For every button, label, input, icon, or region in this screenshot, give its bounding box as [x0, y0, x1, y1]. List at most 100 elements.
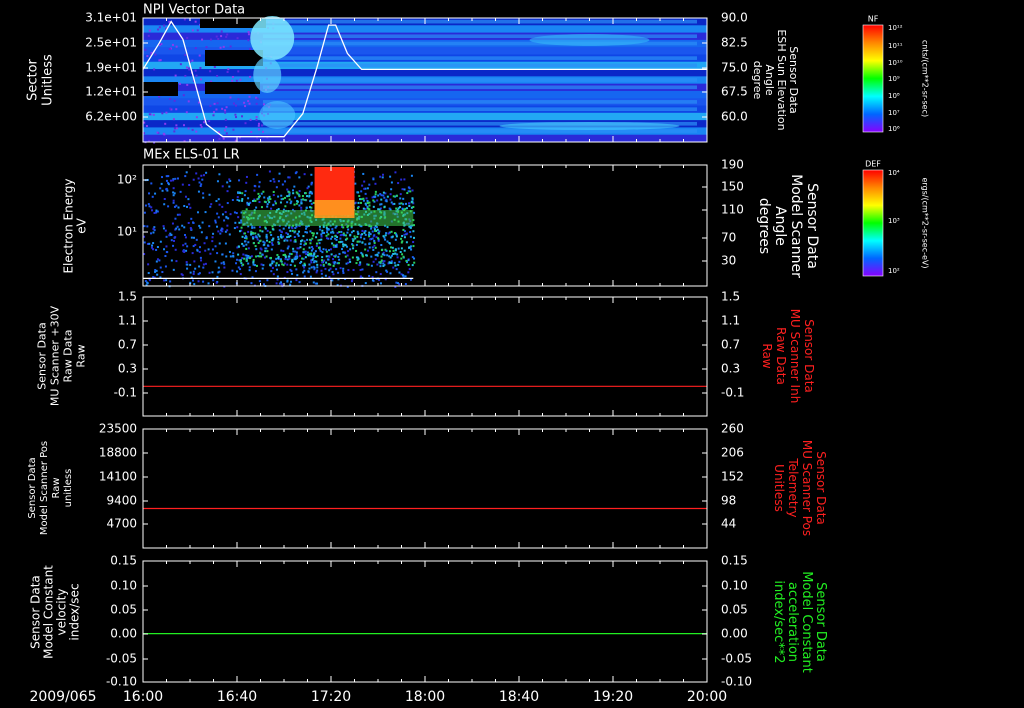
y2-axis-title-3-line: Telemetry: [787, 457, 801, 517]
els-speckle: [380, 203, 383, 206]
y2-axis-title-0: Sensor DataESH Sun ElevationAngledegree: [751, 29, 800, 130]
els-speckle: [146, 225, 149, 228]
els-speckle: [216, 225, 219, 228]
els-speckle: [263, 200, 266, 203]
els-speckle: [237, 192, 240, 195]
els-speckle: [342, 267, 345, 270]
els-speckle: [389, 175, 392, 178]
y-axis-title-0: SectorUnitless: [25, 54, 55, 106]
npi-speckle: [221, 107, 224, 110]
npi-speckle: [247, 33, 250, 36]
y2-tick-label: 110: [721, 203, 744, 217]
els-speckle: [239, 192, 242, 195]
els-speckle: [311, 237, 314, 240]
els-speckle: [403, 236, 406, 239]
els-panel-title: MEx ELS-01 LR: [143, 148, 240, 163]
els-speckle: [208, 271, 211, 274]
els-speckle: [216, 180, 219, 183]
y2-tick-label: 0.15: [721, 554, 748, 568]
els-speckle: [184, 233, 187, 236]
els-speckle: [280, 283, 283, 286]
els-speckle: [331, 242, 334, 245]
els-speckle: [366, 187, 369, 190]
els-speckle: [370, 264, 373, 267]
els-speckle: [406, 192, 409, 195]
els-speckle: [205, 236, 208, 239]
els-speckle: [338, 231, 341, 234]
els-speckle: [280, 236, 283, 239]
els-speckle: [241, 242, 244, 245]
els-speckle: [184, 175, 187, 178]
panel-frame: [142, 428, 708, 549]
els-speckle: [260, 255, 263, 258]
els-speckle: [365, 203, 368, 206]
els-speckle: [304, 250, 307, 253]
els-speckle: [303, 240, 306, 243]
els-speckle: [266, 205, 269, 208]
y2-axis-title-2: Sensor DataMU Scanner InhRaw DataRaw: [761, 309, 817, 404]
els-speckle: [279, 201, 282, 204]
els-speckle: [402, 255, 405, 258]
npi-speckle: [191, 128, 194, 131]
els-speckle: [307, 270, 310, 273]
els-speckle: [309, 230, 312, 233]
els-speckle: [321, 256, 324, 259]
els-speckle: [410, 200, 413, 203]
els-speckle: [238, 245, 241, 248]
els-speckle: [183, 226, 186, 229]
els-speckle: [289, 280, 292, 283]
y-tick-label: -0.10: [106, 675, 137, 689]
els-speckle: [156, 273, 159, 276]
els-speckle: [360, 198, 363, 201]
els-speckle: [228, 185, 231, 188]
els-speckle: [320, 269, 323, 272]
els-speckle: [309, 275, 312, 278]
npi-speckle: [185, 111, 188, 114]
els-speckle: [302, 248, 305, 251]
els-speckle: [392, 266, 395, 269]
els-speckle: [266, 203, 269, 206]
els-speckle: [404, 275, 407, 278]
els-speckle: [316, 269, 319, 272]
npi-speckle: [205, 46, 208, 49]
els-speckle: [308, 194, 311, 197]
els-speckle: [335, 268, 338, 271]
y2-tick-label: 0.10: [721, 579, 748, 593]
y-axis-title-2-line: Raw: [75, 344, 88, 367]
npi-speckle: [255, 118, 258, 121]
els-speckle: [278, 282, 281, 285]
els-speckle: [220, 229, 223, 232]
els-speckle: [374, 258, 377, 261]
els-speckle: [238, 179, 241, 182]
els-speckle: [252, 199, 255, 202]
els-speckle: [390, 262, 393, 265]
els-speckle: [296, 233, 299, 236]
npi-speckle: [244, 122, 247, 125]
els-speckle: [375, 271, 378, 274]
els-speckle: [295, 253, 298, 256]
y2-axis-title-1-line: degrees: [756, 198, 772, 254]
els-speckle: [220, 262, 223, 265]
els-speckle: [349, 233, 352, 236]
els-speckle: [381, 176, 384, 179]
els-speckle: [238, 199, 241, 202]
npi-speckle: [257, 124, 260, 127]
els-speckle: [161, 271, 164, 274]
els-speckle: [272, 190, 275, 193]
els-speckle: [337, 255, 340, 258]
els-speckle: [211, 236, 214, 239]
y-axis-title-4: Sensor DataModel Constantvelocityindex/s…: [28, 565, 81, 659]
npi-band-core: [263, 85, 697, 90]
y-axis-title-3-line: Raw: [51, 477, 62, 498]
els-speckle: [310, 261, 313, 264]
els-speckle: [377, 232, 380, 235]
els-speckle: [317, 239, 320, 242]
els-speckle: [333, 262, 336, 265]
els-speckle: [393, 232, 396, 235]
els-speckle: [372, 199, 375, 202]
els-speckle: [364, 248, 367, 251]
els-speckle: [375, 226, 378, 229]
els-speckle: [314, 255, 317, 258]
y2-tick-label: 150: [721, 180, 744, 194]
y-tick-label: -0.1: [114, 386, 137, 400]
